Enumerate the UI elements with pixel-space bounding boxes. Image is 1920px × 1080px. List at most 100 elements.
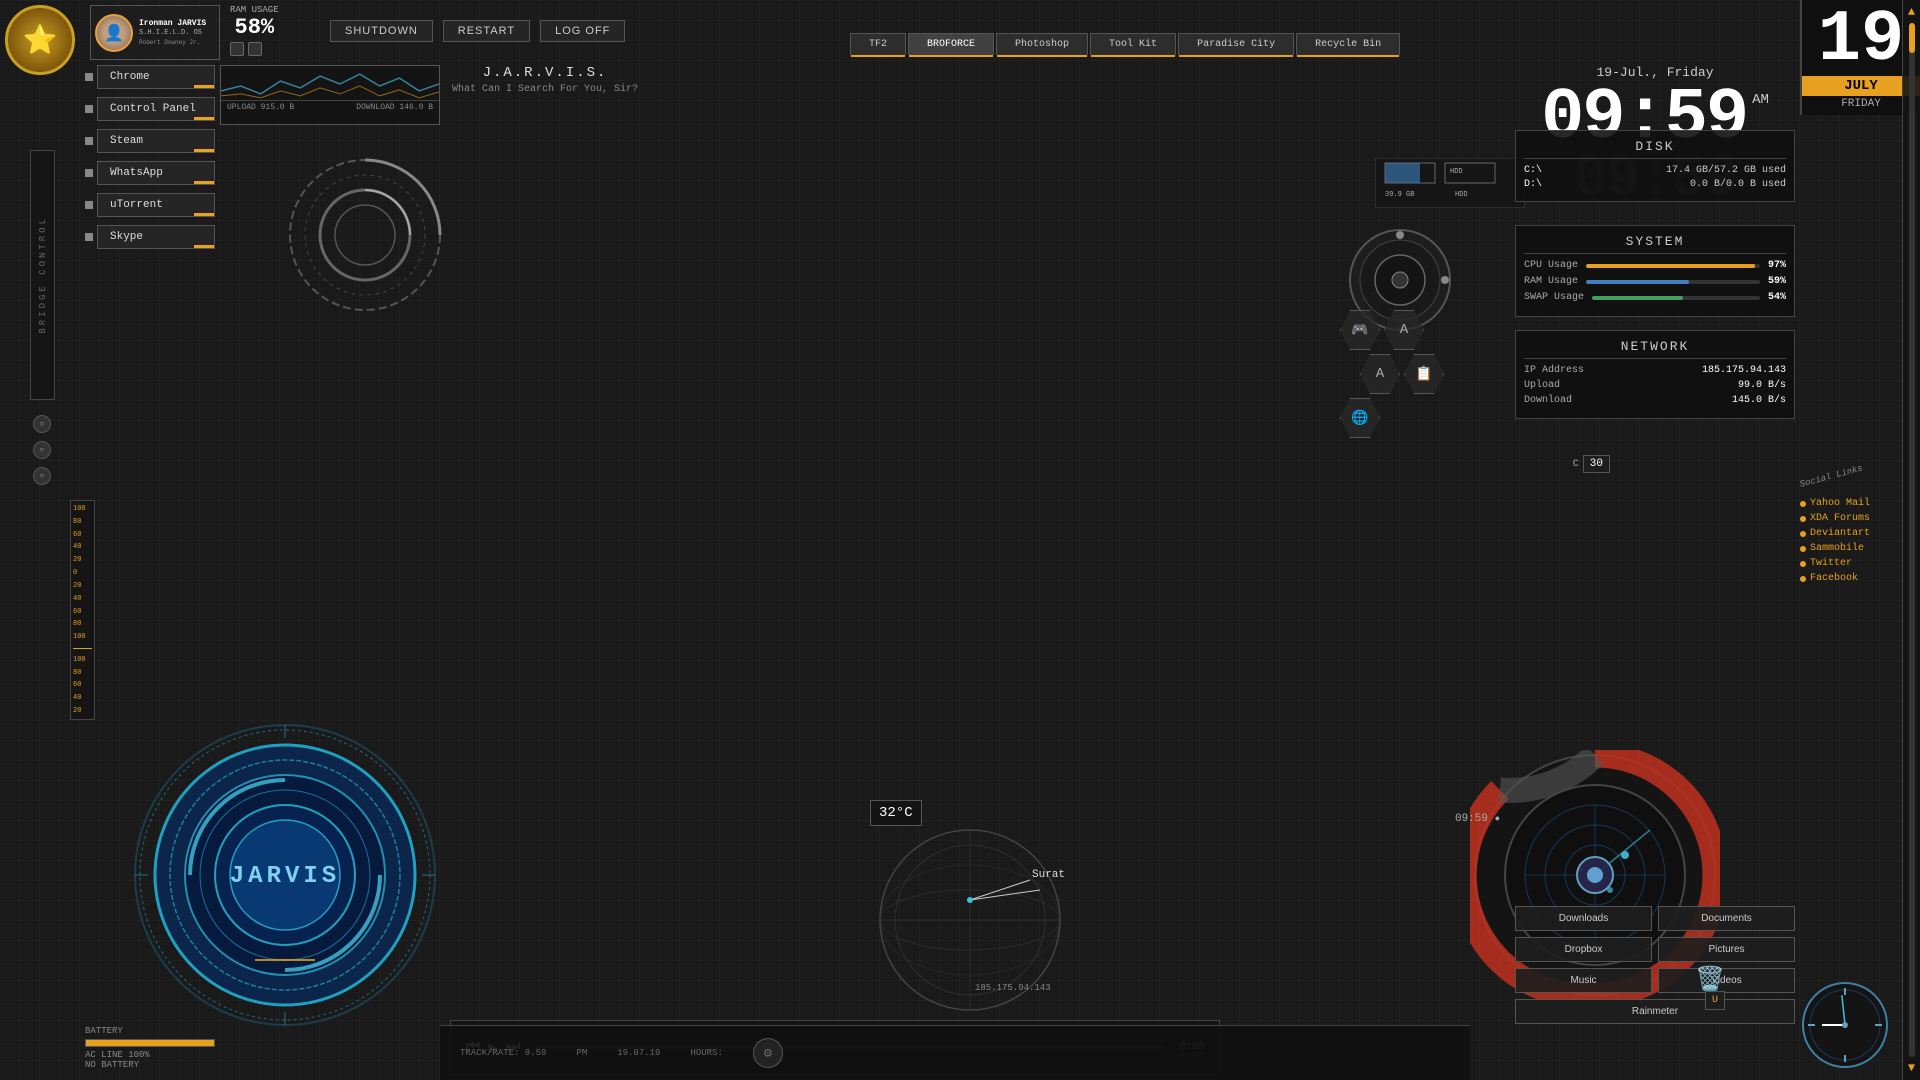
bridge-control: BRIDGE CONTROL <box>30 150 55 400</box>
quick-link-row-4: Rainmeter <box>1515 999 1795 1024</box>
bridge-icon-2[interactable]: ○ <box>33 441 51 459</box>
disk-row-c: C:\ 17.4 GB/57.2 GB used <box>1524 165 1786 176</box>
app-item-steam[interactable]: Steam <box>85 129 215 153</box>
disk-panel: DISK C:\ 17.4 GB/57.2 GB used D:\ 0.0 B/… <box>1515 130 1795 202</box>
ip-row: IP Address 185.175.94.143 <box>1524 365 1786 376</box>
logoff-button[interactable]: LOG OFF <box>540 20 625 42</box>
jarvis-search-panel: UPLOAD 915.0 B DOWNLOAD 146.0 B <box>220 65 440 125</box>
tray-item-1[interactable]: U <box>1705 991 1725 1010</box>
weather-globe: Surat 185.175.94.143 <box>870 820 1070 1020</box>
jarvis-subtitle: What Can I Search For You, Sir? <box>445 84 645 95</box>
svg-text:HDD: HDD <box>1455 191 1468 199</box>
app-item-chrome[interactable]: Chrome <box>85 65 215 89</box>
social-sammobile[interactable]: Sammobile <box>1800 543 1870 554</box>
cpu-row: CPU Usage 97% <box>1524 260 1786 271</box>
bridge-icon-3[interactable]: ○ <box>33 467 51 485</box>
battery-panel: BATTERY AC LINE 100% NO BATTERY <box>85 1026 215 1070</box>
hex-icon-3[interactable]: A <box>1360 354 1400 394</box>
pictures-button[interactable]: Pictures <box>1658 937 1795 962</box>
power-buttons: SHUTDOWN RESTART LOG OFF <box>330 20 625 42</box>
scroll-track[interactable] <box>1909 23 1915 1057</box>
social-deviantart[interactable]: Deviantart <box>1800 528 1870 539</box>
social-facebook[interactable]: Facebook <box>1800 573 1870 584</box>
app-item-skype[interactable]: Skype <box>85 225 215 249</box>
tab-photoshop[interactable]: Photoshop <box>996 33 1088 55</box>
shield-logo: ⭐ <box>5 5 85 85</box>
ram-bar <box>1586 280 1760 284</box>
app-dot <box>85 137 93 145</box>
jarvis-main-circle: JARVIS <box>130 720 440 1030</box>
clock-ampm: AM <box>1752 92 1769 108</box>
shutdown-button[interactable]: SHUTDOWN <box>330 20 433 42</box>
ram-btn-1[interactable] <box>230 42 244 56</box>
hex-icon-4[interactable]: 📋 <box>1404 354 1444 394</box>
music-button[interactable]: Music <box>1515 968 1652 993</box>
notif-counter: C 30 <box>1573 455 1610 473</box>
user-panel: 👤 Ironman JARVIS S.H.I.E.L.D. OS Robert … <box>90 5 220 60</box>
tab-toolkit[interactable]: Tool Kit <box>1090 33 1176 55</box>
restart-button[interactable]: RESTART <box>443 20 530 42</box>
shield-icon: ⭐ <box>5 5 75 75</box>
notif-count: 30 <box>1583 455 1610 473</box>
app-dot <box>85 169 93 177</box>
app-item-control-panel[interactable]: Control Panel <box>85 97 215 121</box>
downloads-button[interactable]: Downloads <box>1515 906 1652 931</box>
network-panel: NETWORK IP Address 185.175.94.143 Upload… <box>1515 330 1795 419</box>
battery-bar <box>85 1039 215 1047</box>
social-twitter[interactable]: Twitter <box>1800 558 1870 569</box>
ram-btn-2[interactable] <box>248 42 262 56</box>
center-ring <box>280 150 450 320</box>
documents-button[interactable]: Documents <box>1658 906 1795 931</box>
download-row: Download 145.0 B/s <box>1524 395 1786 406</box>
jarvis-title-panel: J.A.R.V.I.S. What Can I Search For You, … <box>445 65 645 95</box>
app-dot <box>85 201 93 209</box>
system-panel: SYSTEM CPU Usage 97% RAM Usage 59% SWAP … <box>1515 225 1795 317</box>
bottom-right-tray: U <box>1705 991 1725 1010</box>
quick-links: Downloads Documents Dropbox Pictures Mus… <box>1515 906 1795 1030</box>
tab-tf2[interactable]: TF2 <box>850 33 906 55</box>
cpu-bar <box>1586 264 1760 268</box>
tab-recycle[interactable]: Recycle Bin <box>1296 33 1400 55</box>
svg-text:JARVIS: JARVIS <box>230 863 340 890</box>
bottom-settings-icon[interactable]: ⚙ <box>753 1038 783 1068</box>
app-dot <box>85 233 93 241</box>
social-links: Social Links Yahoo Mail XDA Forums Devia… <box>1800 480 1870 584</box>
app-list: Chrome Control Panel Steam WhatsApp uTor… <box>85 65 215 257</box>
bottom-info-bar: TRACK/RATE: 9.59 PM 19.07.19 HOURS: ⚙ <box>440 1025 1470 1080</box>
app-dot <box>85 105 93 113</box>
disk-row-d: D:\ 0.0 B/0.0 B used <box>1524 179 1786 190</box>
videos-button[interactable]: Videos <box>1658 968 1795 993</box>
app-item-whatsapp[interactable]: WhatsApp <box>85 161 215 185</box>
quick-link-row-1: Downloads Documents <box>1515 906 1795 931</box>
hex-icon-5[interactable]: 🌐 <box>1340 398 1380 438</box>
bridge-icons: ○ ○ ○ <box>33 415 51 485</box>
scroll-down-arrow[interactable]: ▼ <box>1908 1061 1915 1075</box>
tab-broforce[interactable]: BROFORCE <box>908 33 994 55</box>
rainmeter-button[interactable]: Rainmeter <box>1515 999 1795 1024</box>
social-xda[interactable]: XDA Forums <box>1800 513 1870 524</box>
weather-panel: 32°C Surat 185.175.94.143 <box>870 800 1150 1020</box>
app-dot <box>85 73 93 81</box>
bridge-icon-1[interactable]: ○ <box>33 415 51 433</box>
ram-usage-panel: RAM USAGE 58% <box>230 5 279 56</box>
avatar: 👤 <box>95 14 133 52</box>
hex-icon-2[interactable]: A <box>1384 310 1424 350</box>
disk-graph: HDD 39.9 GB HDD <box>1375 158 1525 208</box>
app-item-utorrent[interactable]: uTorrent <box>85 193 215 217</box>
upload-label: UPLOAD 915.0 B <box>227 103 294 112</box>
left-meter: 100 80 60 40 20 0 20 40 60 80 100 100 80… <box>70 500 95 720</box>
quick-link-row-3: Music Videos <box>1515 968 1795 993</box>
quick-link-row-2: Dropbox Pictures <box>1515 937 1795 962</box>
social-yahoo[interactable]: Yahoo Mail <box>1800 498 1870 509</box>
battery-ac-line: AC LINE 100% <box>85 1050 215 1060</box>
scroll-up-arrow[interactable]: ▲ <box>1908 5 1915 19</box>
ram-row: RAM Usage 59% <box>1524 276 1786 287</box>
upload-row: Upload 99.0 B/s <box>1524 380 1786 391</box>
hex-icon-1[interactable]: 🎮 <box>1340 310 1380 350</box>
radar-time: 09:59 ● <box>1455 813 1500 825</box>
dropbox-button[interactable]: Dropbox <box>1515 937 1652 962</box>
svg-text:HDD: HDD <box>1450 168 1463 176</box>
hex-icons: 🎮 A A 📋 🌐 <box>1340 310 1470 438</box>
scroll-thumb <box>1909 23 1915 53</box>
tab-paradise[interactable]: Paradise City <box>1178 33 1294 55</box>
